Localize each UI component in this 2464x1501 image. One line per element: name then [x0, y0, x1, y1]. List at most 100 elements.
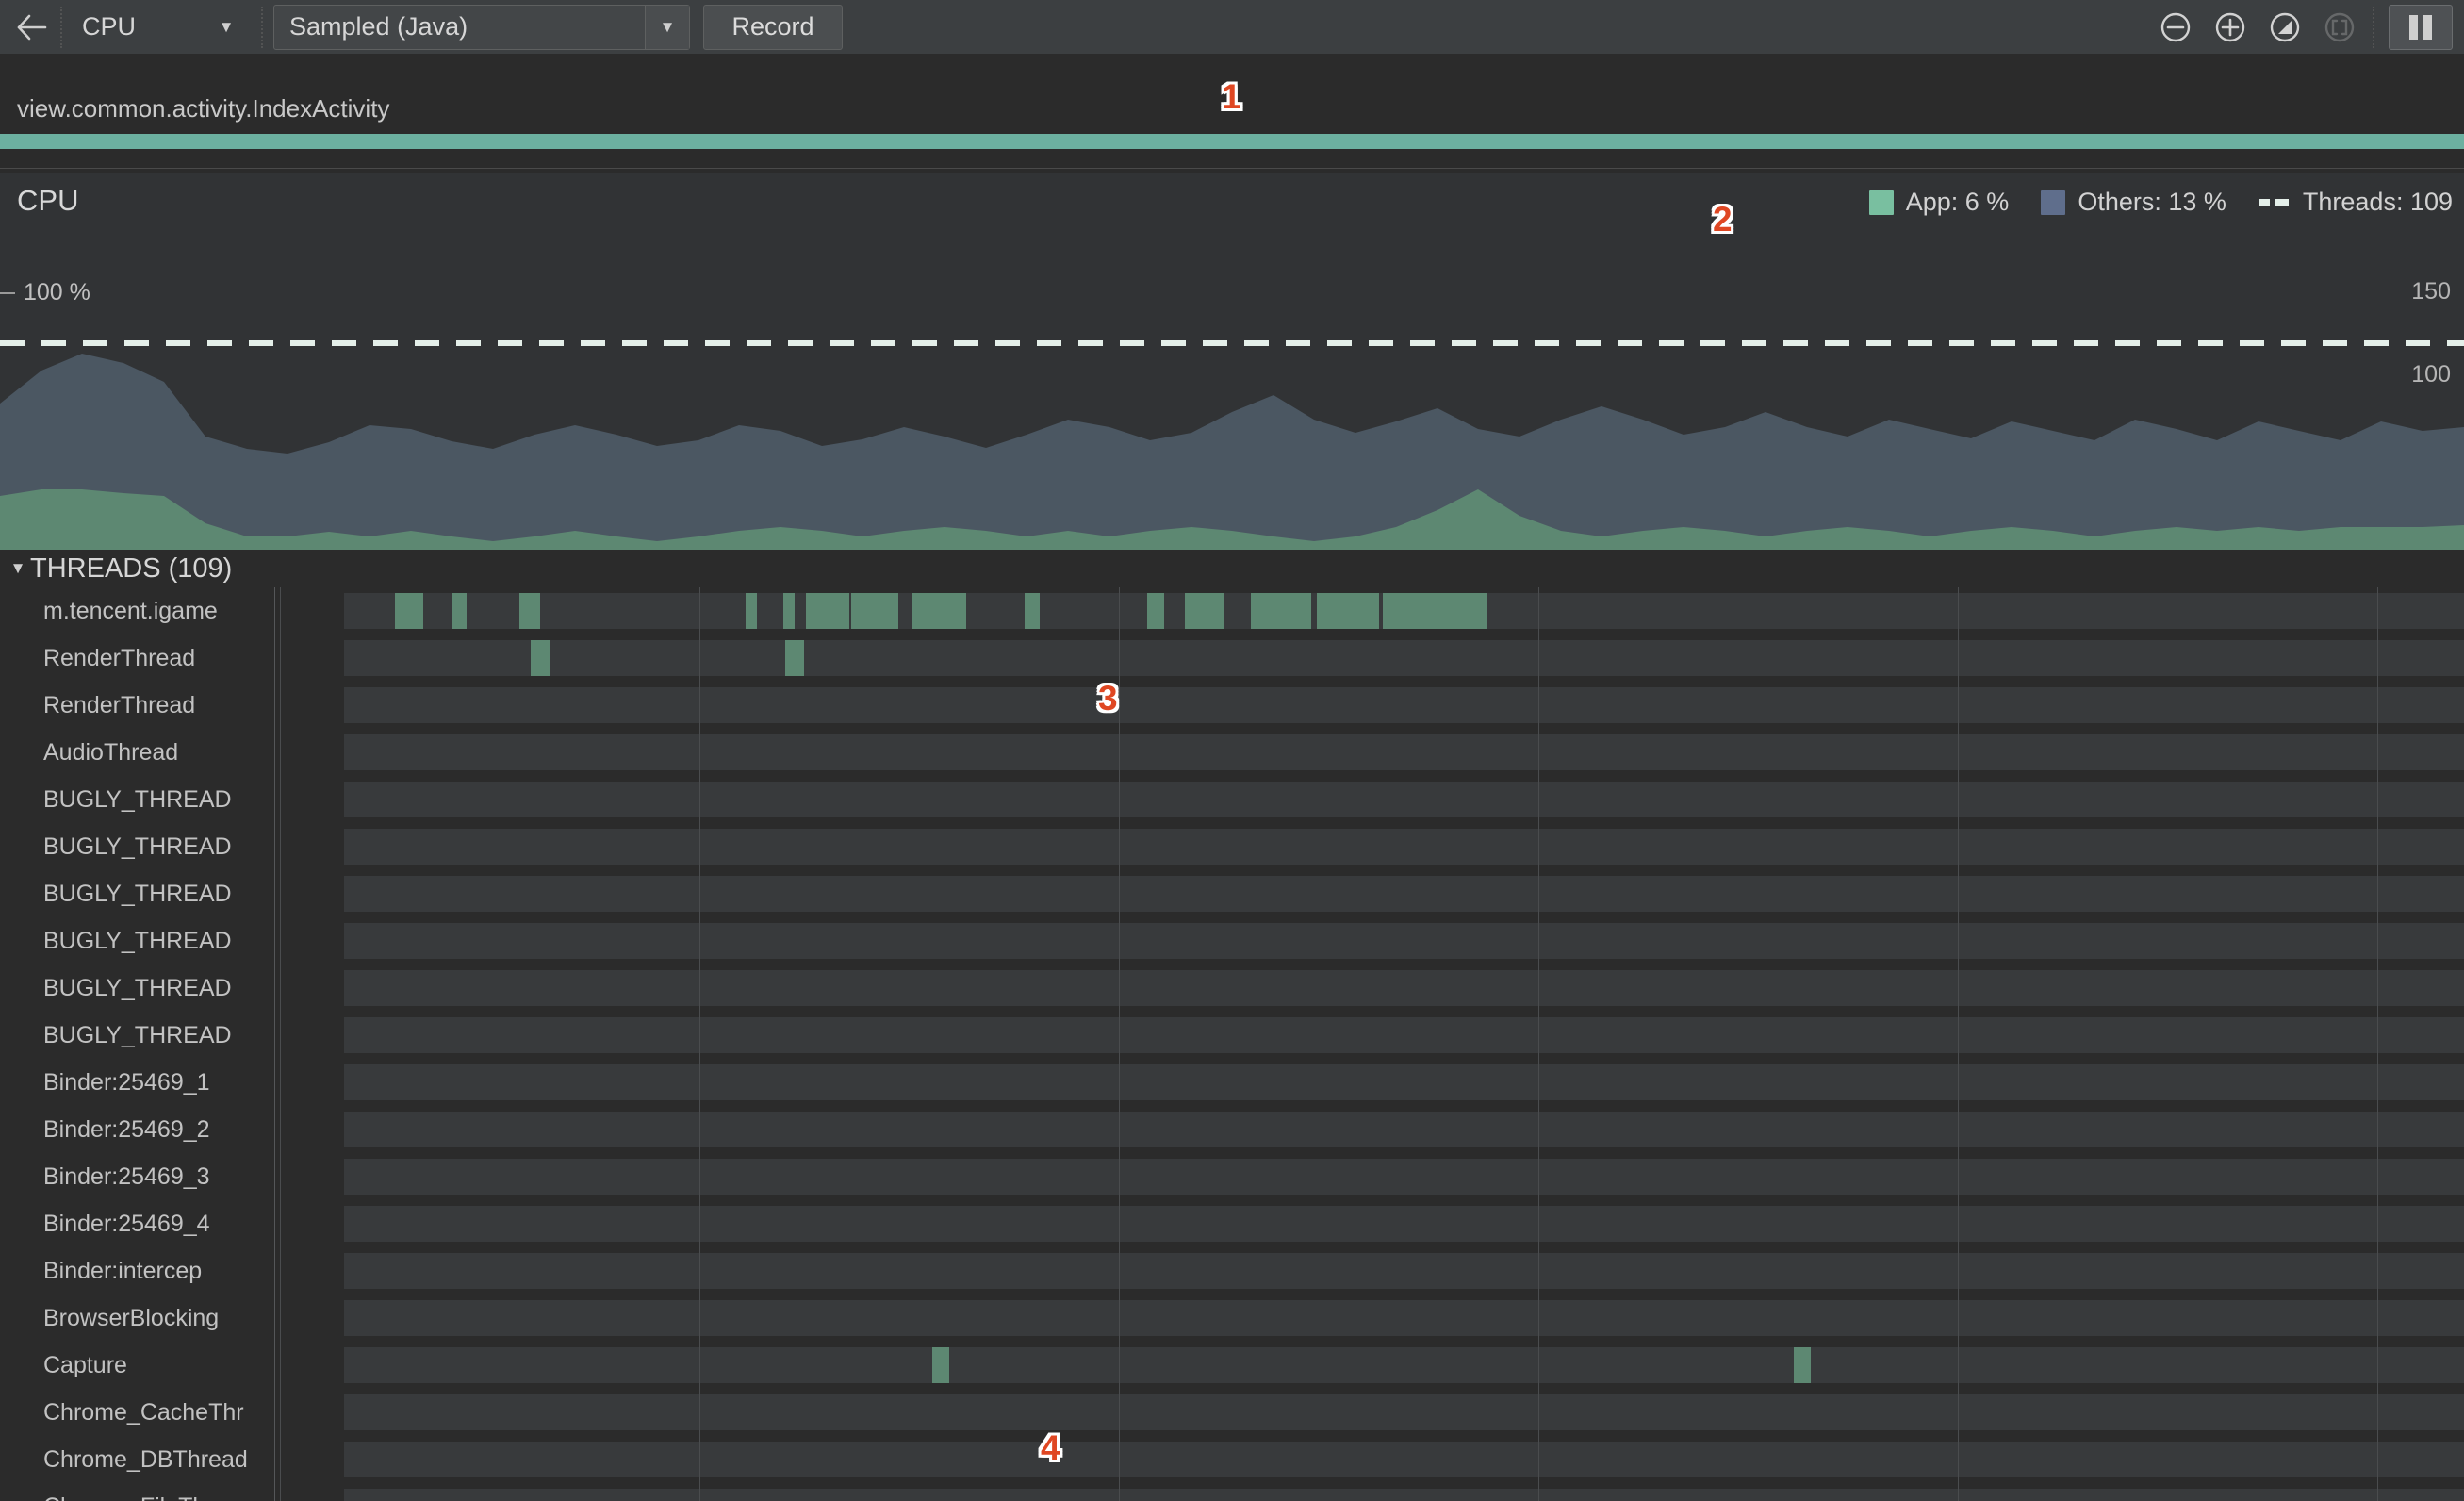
- thread-track-row[interactable]: [275, 1436, 2464, 1483]
- thread-tracks[interactable]: [275, 587, 2464, 1501]
- thread-track-row[interactable]: [275, 1153, 2464, 1200]
- thread-track-row[interactable]: [275, 776, 2464, 823]
- profiler-type-label: CPU: [82, 12, 136, 41]
- thread-activity-chunk[interactable]: [395, 593, 423, 629]
- zoom-in-icon[interactable]: [2203, 6, 2258, 49]
- thread-name-item[interactable]: Capture: [0, 1342, 260, 1389]
- thread-name-item[interactable]: Binder:25469_2: [0, 1106, 260, 1153]
- thread-track-row[interactable]: [275, 635, 2464, 682]
- thread-activity-chunk[interactable]: [1383, 593, 1487, 629]
- thread-track-row[interactable]: [275, 1012, 2464, 1059]
- thread-name-item[interactable]: BrowserBlocking: [0, 1295, 260, 1342]
- thread-name-item[interactable]: AudioThread: [0, 729, 260, 776]
- cpu-profiler-window: CPU ▼ Sampled (Java) ▼ Record: [0, 0, 2464, 1501]
- cpu-axis-left-label-100: 100 %: [24, 279, 90, 306]
- thread-activity-chunk[interactable]: [452, 593, 467, 629]
- thread-name-item[interactable]: Chrome_FileThre: [0, 1483, 260, 1501]
- thread-track-background: [344, 1159, 2464, 1195]
- thread-activity-chunk[interactable]: [1147, 593, 1164, 629]
- thread-activity-chunk[interactable]: [932, 1347, 949, 1383]
- thread-name-item[interactable]: BUGLY_THREAD: [0, 965, 260, 1012]
- thread-activity-chunk[interactable]: [806, 593, 849, 629]
- thread-name-label: RenderThread: [43, 645, 195, 672]
- cpu-panel-title: CPU: [17, 184, 78, 218]
- thread-name-item[interactable]: RenderThread: [0, 635, 260, 682]
- thread-activity-chunk[interactable]: [1185, 593, 1224, 629]
- thread-name-item[interactable]: RenderThread: [0, 682, 260, 729]
- thread-track-row[interactable]: [275, 587, 2464, 635]
- zoom-out-icon[interactable]: [2148, 6, 2203, 49]
- thread-track-row[interactable]: [275, 1200, 2464, 1247]
- thread-name-item[interactable]: BUGLY_THREAD: [0, 776, 260, 823]
- thread-name-item[interactable]: Chrome_DBThread: [0, 1436, 260, 1483]
- thread-name-item[interactable]: Binder:25469_4: [0, 1200, 260, 1247]
- thread-activity-chunk[interactable]: [1317, 593, 1379, 629]
- thread-activity-chunk[interactable]: [1251, 593, 1300, 629]
- thread-activity-chunk[interactable]: [783, 593, 795, 629]
- thread-activity-chunk[interactable]: [531, 640, 550, 676]
- thread-name-item[interactable]: BUGLY_THREAD: [0, 823, 260, 870]
- thread-track-row[interactable]: [275, 870, 2464, 917]
- thread-track-background: [344, 970, 2464, 1006]
- thread-track-background: [344, 923, 2464, 959]
- thread-track-background: [344, 640, 2464, 676]
- thread-name-item[interactable]: Binder:25469_1: [0, 1059, 260, 1106]
- thread-activity-chunk[interactable]: [1298, 593, 1311, 629]
- thread-activity-chunk[interactable]: [912, 593, 966, 629]
- profiler-type-selector[interactable]: CPU ▼: [69, 6, 255, 49]
- thread-track-row[interactable]: [275, 1059, 2464, 1106]
- thread-name-item[interactable]: Chrome_CacheThr: [0, 1389, 260, 1436]
- thread-track-row[interactable]: [275, 965, 2464, 1012]
- thread-name-item[interactable]: m.tencent.igame: [0, 587, 260, 635]
- thread-name-label: BUGLY_THREAD: [43, 1022, 232, 1049]
- thread-track-background: [344, 876, 2464, 912]
- thread-name-item[interactable]: BUGLY_THREAD: [0, 1012, 260, 1059]
- thread-name-label: m.tencent.igame: [43, 598, 218, 625]
- thread-track-row[interactable]: [275, 917, 2464, 965]
- record-button[interactable]: Record: [703, 5, 843, 50]
- thread-track-row[interactable]: [275, 729, 2464, 776]
- thread-track-background: [344, 782, 2464, 817]
- thread-track-row[interactable]: [275, 1342, 2464, 1389]
- activity-lifecycle-bar[interactable]: [0, 134, 2464, 149]
- thread-track-row[interactable]: [275, 823, 2464, 870]
- timeline-gridline: [1119, 587, 1120, 1501]
- trace-config-selector[interactable]: Sampled (Java) ▼: [273, 5, 690, 50]
- thread-track-background: [344, 1064, 2464, 1100]
- thread-name-label: BUGLY_THREAD: [43, 928, 232, 955]
- back-icon[interactable]: [9, 7, 55, 48]
- legend-swatch-app: [1869, 190, 1894, 215]
- thread-name-item[interactable]: Binder:25469_3: [0, 1153, 260, 1200]
- thread-track-row[interactable]: [275, 1247, 2464, 1295]
- cpu-monitor-panel[interactable]: CPU App: 6 % Others: 13 % Threads: 109: [0, 173, 2464, 550]
- thread-name-column[interactable]: m.tencent.igameRenderThreadRenderThreadA…: [0, 587, 275, 1501]
- reset-zoom-icon[interactable]: [2258, 6, 2312, 49]
- thread-activity-chunk[interactable]: [851, 593, 898, 629]
- threads-list[interactable]: m.tencent.igameRenderThreadRenderThreadA…: [0, 587, 2464, 1501]
- cpu-series-others: [0, 354, 2464, 550]
- threads-section-header[interactable]: ▼ THREADS (109): [0, 550, 2464, 587]
- thread-name-label: Binder:25469_1: [43, 1069, 210, 1097]
- thread-name-item[interactable]: BUGLY_THREAD: [0, 870, 260, 917]
- thread-track-row[interactable]: [275, 1389, 2464, 1436]
- chevron-down-icon: ▼: [205, 18, 248, 37]
- thread-name-label: BUGLY_THREAD: [43, 833, 232, 861]
- thread-name-label: Binder:intercep: [43, 1258, 202, 1285]
- thread-track-row[interactable]: [275, 1483, 2464, 1501]
- thread-activity-chunk[interactable]: [1025, 593, 1040, 629]
- toolbar-divider-3: [2373, 7, 2375, 48]
- pause-button[interactable]: [2389, 5, 2453, 50]
- thread-name-item[interactable]: BUGLY_THREAD: [0, 917, 260, 965]
- thread-name-item[interactable]: Binder:intercep: [0, 1247, 260, 1295]
- caret-down-icon: ▼: [6, 559, 30, 578]
- record-button-label: Record: [731, 12, 813, 41]
- thread-activity-chunk[interactable]: [1794, 1347, 1811, 1383]
- thread-activity-chunk[interactable]: [785, 640, 804, 676]
- thread-track-row[interactable]: [275, 1295, 2464, 1342]
- thread-track-row[interactable]: [275, 1106, 2464, 1153]
- thread-activity-chunk[interactable]: [519, 593, 540, 629]
- thread-activity-chunk[interactable]: [746, 593, 757, 629]
- thread-track-background: [344, 687, 2464, 723]
- attach-to-live-icon[interactable]: [2312, 6, 2367, 49]
- thread-track-row[interactable]: [275, 682, 2464, 729]
